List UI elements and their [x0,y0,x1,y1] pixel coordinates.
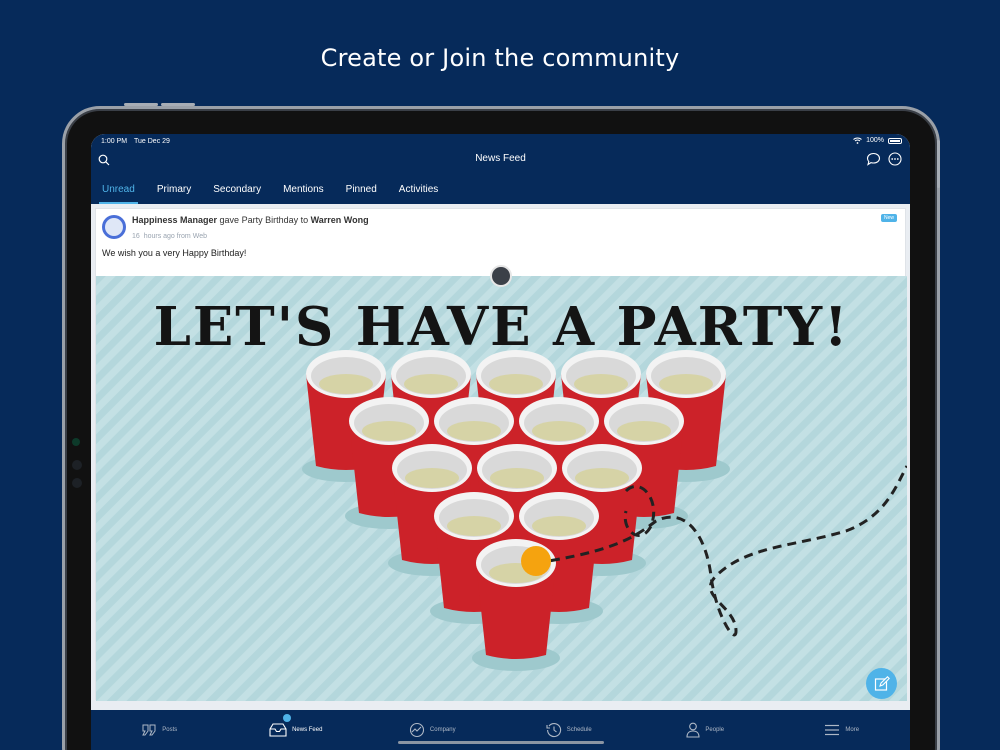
recipient-name[interactable]: Warren Wong [311,215,369,225]
chat-button[interactable] [865,151,881,167]
nav-label: More [845,727,860,733]
menu-icon [825,724,840,736]
device-top-button-2 [161,103,195,106]
nav-label: Schedule [566,727,592,733]
compose-button[interactable] [866,668,897,699]
tab-secondary[interactable]: Secondary [202,180,272,204]
feed-tabs: Unread Primary Secondary Mentions Pinned… [91,180,449,204]
wifi-icon [853,137,862,144]
tab-unread[interactable]: Unread [91,180,146,204]
device-side-button [937,140,940,188]
chat-bubble-icon [866,152,880,166]
nav-company[interactable]: Company [364,710,501,750]
battery-icon [888,137,902,144]
bottom-navigation: Posts News Feed Company Schedule People … [91,710,910,750]
recipient-avatar[interactable] [490,265,512,287]
tab-primary[interactable]: Primary [146,180,202,204]
page-title: News Feed [475,153,526,164]
status-date: Tue Dec 29 [134,138,170,145]
quote-icon [142,724,156,736]
top-bar: 1:00 PM Tue Dec 29 100% News Feed Unread… [91,134,910,204]
promo-headline: Create or Join the community [320,44,680,72]
inbox-icon [269,723,287,737]
company-icon [409,722,424,738]
nav-label: Posts [162,727,178,733]
nav-more[interactable]: More [774,710,911,750]
news-feed: Happiness Manager gave Party Birthday to… [91,204,910,710]
battery-percent: 100% [866,137,884,144]
avatar-image [105,218,123,236]
person-icon [686,722,700,738]
home-indicator [398,741,604,744]
nav-posts[interactable]: Posts [91,710,228,750]
news-feed-badge [282,714,291,722]
status-bar: 1:00 PM Tue Dec 29 100% [91,134,910,150]
post-card[interactable]: Happiness Manager gave Party Birthday to… [95,208,909,701]
new-badge: New [880,214,897,222]
nav-label: Company [429,727,456,733]
app-screen: 1:00 PM Tue Dec 29 100% News Feed Unread… [91,134,910,750]
status-time: 1:00 PM [101,138,128,145]
device-sensor-2 [72,478,82,488]
post-time-text: hours ago from Web [143,233,207,240]
more-options-icon [888,152,902,166]
nav-label: News Feed [292,727,323,733]
device-sensor [72,460,82,470]
history-icon [546,722,561,738]
post-time-count: 16 [132,233,140,240]
post-action: gave Party Birthday to [219,215,309,225]
author-name[interactable]: Happiness Manager [132,215,217,225]
status-right: 100% [853,137,902,144]
author-avatar[interactable] [102,215,126,239]
tab-pinned[interactable]: Pinned [335,180,388,204]
tab-mentions[interactable]: Mentions [272,180,335,204]
party-headline: LET'S HAVE A PARTY! [153,296,850,358]
post-message: We wish you a very Happy Birthday! [102,248,247,258]
tab-activities[interactable]: Activities [388,180,449,204]
more-options-button[interactable] [887,151,903,167]
nav-people[interactable]: People [637,710,774,750]
post-header: Happiness Manager gave Party Birthday to… [132,215,369,225]
post-meta: 16 hours ago from Web [132,233,207,240]
device-top-button [124,103,158,106]
nav-news-feed[interactable]: News Feed [228,710,365,750]
nav-label: People [705,727,725,733]
nav-schedule[interactable]: Schedule [501,710,638,750]
party-image[interactable]: LET'S HAVE A PARTY! [96,276,909,701]
edit-icon [874,675,890,691]
device-camera [72,438,80,446]
ping-pong-ball [521,546,551,576]
